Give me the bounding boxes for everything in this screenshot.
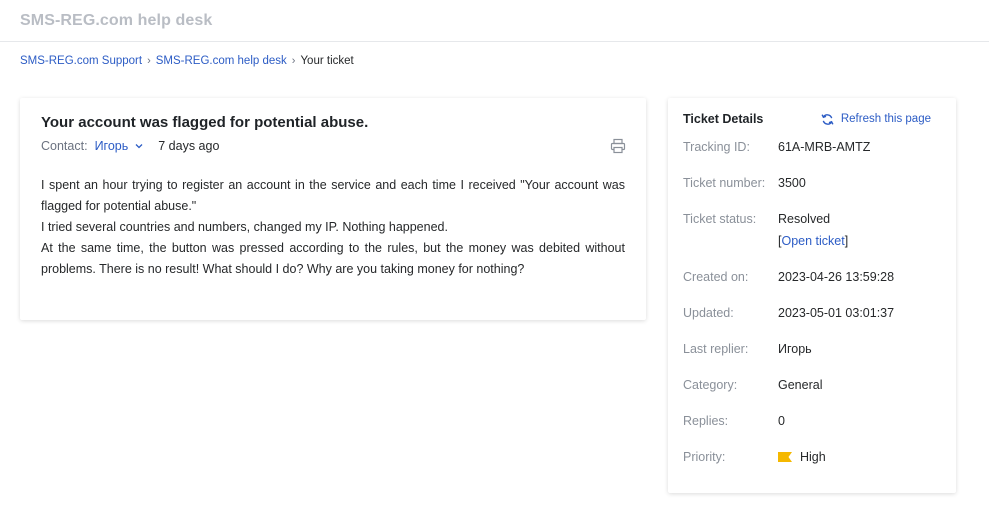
ticket-body-paragraph: I spent an hour trying to register an ac… — [41, 178, 625, 213]
detail-row-last-replier: Last replier: Игорь — [683, 342, 941, 378]
breadcrumb-current: Your ticket — [300, 55, 354, 67]
detail-row-updated: Updated: 2023-05-01 03:01:37 — [683, 306, 941, 342]
detail-label: Ticket status: — [683, 212, 757, 226]
chevron-down-icon[interactable] — [134, 141, 144, 151]
ticket-number-value: 3500 — [778, 176, 806, 190]
detail-row-replies: Replies: 0 — [683, 414, 941, 450]
open-ticket-link[interactable]: Open ticket — [781, 234, 844, 248]
detail-row-category: Category: General — [683, 378, 941, 414]
priority-value: High — [800, 450, 826, 464]
brand-title[interactable]: SMS-REG.com help desk — [20, 12, 212, 30]
detail-label: Tracking ID: — [683, 140, 750, 154]
category-value: General — [778, 378, 823, 392]
replies-value: 0 — [778, 414, 785, 428]
refresh-label: Refresh this page — [840, 113, 931, 125]
ticket-time-ago: 7 days ago — [158, 139, 220, 153]
ticket-body-paragraph: I tried several countries and numbers, c… — [41, 220, 448, 234]
ticket-body: I spent an hour trying to register an ac… — [41, 175, 625, 280]
ticket-title: Your account was flagged for potential a… — [41, 114, 369, 131]
breadcrumb-separator: › — [291, 55, 296, 67]
flag-icon — [778, 452, 792, 462]
detail-row-priority: Priority: High — [683, 450, 941, 486]
tracking-id-value: 61A-MRB-AMTZ — [778, 140, 871, 154]
breadcrumb: SMS-REG.com Support › SMS-REG.com help d… — [20, 55, 354, 67]
detail-label: Last replier: — [683, 342, 749, 356]
detail-label: Ticket number: — [683, 176, 766, 190]
ticket-details-panel: Ticket Details Refresh this page Trackin… — [668, 98, 956, 493]
ticket-card: Your account was flagged for potential a… — [20, 98, 646, 320]
top-bar: SMS-REG.com help desk — [0, 0, 989, 42]
details-header: Ticket Details Refresh this page — [683, 112, 941, 126]
detail-row-created: Created on: 2023-04-26 13:59:28 — [683, 270, 941, 306]
details-title: Ticket Details — [683, 112, 764, 126]
breadcrumb-helpdesk-link[interactable]: SMS-REG.com help desk — [156, 55, 287, 67]
ticket-body-paragraph: At the same time, the button was pressed… — [41, 241, 625, 276]
detail-label: Priority: — [683, 450, 726, 464]
breadcrumb-support-link[interactable]: SMS-REG.com Support — [20, 55, 142, 67]
bracket-close: ] — [844, 234, 849, 248]
breadcrumb-separator: › — [147, 55, 151, 67]
detail-row-open-ticket: [Open ticket] — [683, 234, 941, 270]
contact-name[interactable]: Игорь — [95, 139, 129, 153]
detail-label: Updated: — [683, 306, 734, 320]
updated-value: 2023-05-01 03:01:37 — [778, 306, 895, 320]
printer-icon[interactable] — [610, 138, 626, 154]
detail-label: Replies: — [683, 414, 729, 428]
ticket-meta: Contact: Игорь 7 days ago — [41, 139, 625, 153]
detail-row-tracking-id: Tracking ID: 61A-MRB-AMTZ — [683, 140, 941, 176]
status-value: Resolved — [778, 212, 831, 226]
detail-label: Created on: — [683, 270, 749, 284]
last-replier-value: Игорь — [778, 342, 812, 356]
contact-label: Contact: — [41, 139, 88, 153]
detail-row-ticket-number: Ticket number: 3500 — [683, 176, 941, 212]
created-value: 2023-04-26 13:59:28 — [778, 270, 895, 284]
refresh-link[interactable]: Refresh this page — [821, 113, 931, 126]
detail-label: Category: — [683, 378, 738, 392]
refresh-icon — [821, 113, 834, 125]
